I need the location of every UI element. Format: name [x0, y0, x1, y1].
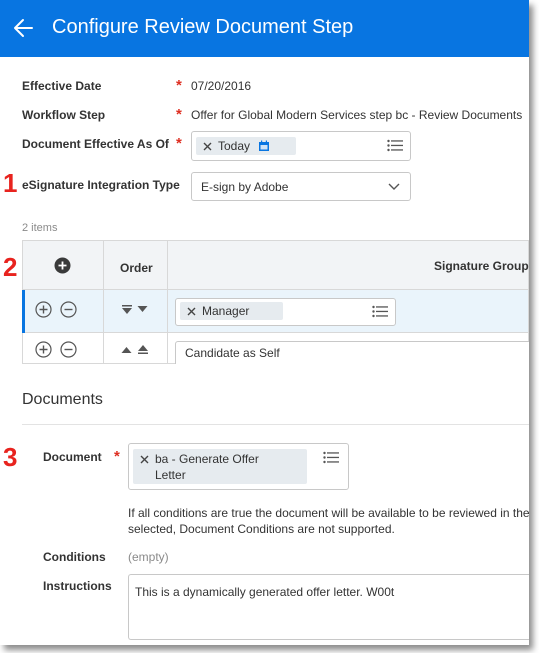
selected-value-text: Today	[218, 139, 251, 153]
required-indicator: *	[114, 448, 120, 465]
annotation-marker-3: 3	[3, 442, 18, 472]
table-row[interactable]: Manager	[22, 290, 529, 333]
workflow-step-value: Offer for Global Modern Services step bc…	[191, 108, 523, 122]
selected-value-text: Manager	[202, 304, 250, 318]
list-menu-icon[interactable]	[372, 305, 388, 318]
workflow-step-label: Workflow Step	[22, 108, 106, 122]
page-title: Configure Review Document Step	[52, 16, 354, 38]
instructions-label: Instructions	[43, 579, 112, 593]
move-to-top-icon[interactable]	[137, 344, 149, 354]
document-value-line-2: Letter	[155, 468, 186, 482]
required-indicator: *	[176, 77, 182, 94]
conditions-label: Conditions	[43, 550, 106, 564]
document-note-line-2: selected, Document Conditions are not su…	[128, 522, 395, 536]
list-menu-icon[interactable]	[387, 139, 403, 152]
document-label: Document	[43, 450, 102, 464]
effective-date-label: Effective Date	[22, 79, 102, 93]
item-count: 2 items	[22, 222, 58, 234]
annotation-marker-2: 2	[3, 252, 18, 282]
selected-option-text: E-sign by Adobe	[201, 180, 289, 194]
required-indicator: *	[176, 106, 182, 123]
selected-row-accent	[22, 290, 25, 333]
signature-group-column-header: Signature Group	[434, 259, 529, 273]
remove-row-circle-icon[interactable]	[60, 341, 77, 358]
configure-review-document-window: Configure Review Document Step Effective…	[0, 0, 529, 645]
signature-grid-header: Order Signature Group	[22, 240, 529, 290]
remove-row-circle-icon[interactable]	[60, 301, 77, 318]
move-to-bottom-icon[interactable]	[121, 305, 133, 315]
document-field[interactable]: ba - Generate Offer Letter	[128, 443, 349, 490]
move-down-icon[interactable]	[137, 305, 148, 313]
esignature-integration-type-label: eSignature Integration Type	[22, 178, 180, 192]
annotation-marker-1: 1	[3, 168, 18, 198]
add-row-circle-icon[interactable]	[35, 301, 52, 318]
document-effective-as-of-label: Document Effective As Of	[22, 137, 169, 151]
esignature-integration-type-select[interactable]: E-sign by Adobe	[191, 172, 411, 201]
signature-group-field[interactable]: Manager	[175, 298, 396, 326]
table-row[interactable]: Candidate as Self	[22, 333, 529, 364]
selected-value-pill: Manager	[180, 302, 283, 320]
move-up-icon[interactable]	[121, 346, 132, 354]
instructions-text: This is a dynamically generated offer le…	[135, 585, 395, 599]
chevron-down-icon	[388, 183, 400, 190]
selected-value-pill: ba - Generate Offer Letter	[133, 449, 307, 484]
add-row-circle-icon[interactable]	[35, 341, 52, 358]
documents-heading: Documents	[22, 391, 103, 408]
order-column-header: Order	[120, 261, 153, 275]
effective-date-value: 07/20/2016	[191, 79, 252, 93]
selected-value-pill: Today	[196, 137, 296, 155]
add-row-icon[interactable]	[54, 257, 71, 274]
calendar-icon	[259, 140, 269, 151]
remove-x-icon[interactable]	[187, 307, 196, 316]
page-header: Configure Review Document Step	[0, 0, 529, 57]
list-menu-icon[interactable]	[323, 451, 339, 464]
remove-x-icon[interactable]	[140, 455, 149, 464]
instructions-textarea[interactable]: This is a dynamically generated offer le…	[128, 574, 529, 640]
signature-group-text: Candidate as Self	[185, 346, 280, 360]
signature-group-field[interactable]: Candidate as Self	[175, 341, 529, 364]
required-indicator: *	[176, 135, 182, 152]
document-note-line-1: If all conditions are true the document …	[128, 506, 529, 520]
conditions-value: (empty)	[128, 550, 169, 564]
remove-x-icon[interactable]	[203, 142, 212, 151]
document-effective-as-of-field[interactable]: Today	[191, 131, 411, 161]
document-value-line-1: ba - Generate Offer	[155, 452, 259, 466]
back-arrow-icon[interactable]	[10, 14, 38, 42]
